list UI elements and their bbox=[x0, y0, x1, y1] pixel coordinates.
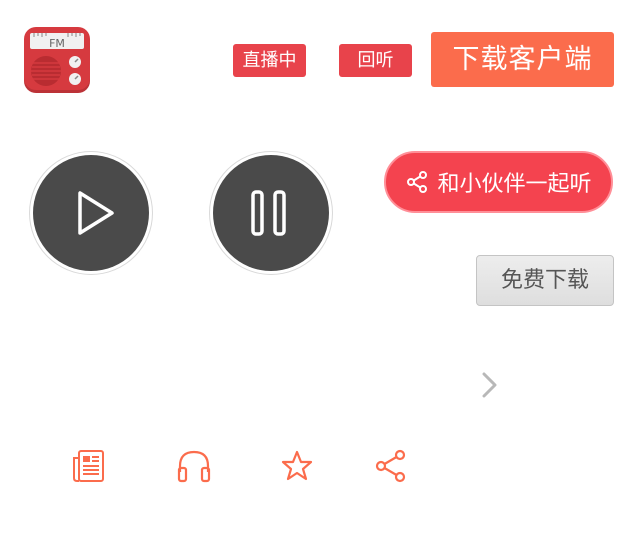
star-icon[interactable] bbox=[279, 448, 315, 484]
share-with-friends-button[interactable]: 和小伙伴一起听 bbox=[384, 151, 613, 213]
share-icon[interactable] bbox=[373, 448, 409, 484]
play-icon bbox=[78, 191, 114, 235]
pause-button[interactable] bbox=[213, 155, 329, 271]
live-tag[interactable]: 直播中 bbox=[233, 44, 306, 77]
app-logo: FM bbox=[24, 27, 90, 93]
news-icon[interactable] bbox=[71, 448, 107, 484]
free-download-button[interactable]: 免费下载 bbox=[476, 255, 614, 306]
share-icon bbox=[407, 171, 428, 193]
download-client-button[interactable]: 下载客户端 bbox=[431, 32, 614, 87]
play-button[interactable] bbox=[33, 155, 149, 271]
replay-tag[interactable]: 回听 bbox=[339, 44, 412, 77]
share-button-label: 和小伙伴一起听 bbox=[437, 172, 592, 197]
logo-fm-text: FM bbox=[49, 37, 65, 50]
headphones-icon[interactable] bbox=[176, 448, 212, 484]
chevron-right-icon[interactable] bbox=[480, 370, 500, 400]
pause-icon bbox=[251, 190, 286, 236]
